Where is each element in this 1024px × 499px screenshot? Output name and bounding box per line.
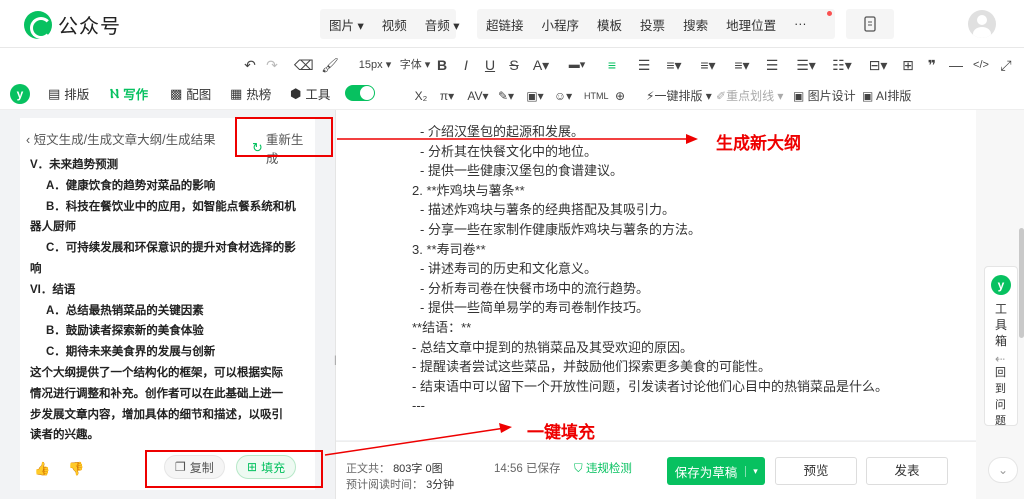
annotation-arrows bbox=[324, 134, 698, 456]
annotation-regen-text: 生成新大纲 bbox=[716, 134, 801, 153]
annotation-fill-text: 一键填充 bbox=[527, 423, 595, 442]
